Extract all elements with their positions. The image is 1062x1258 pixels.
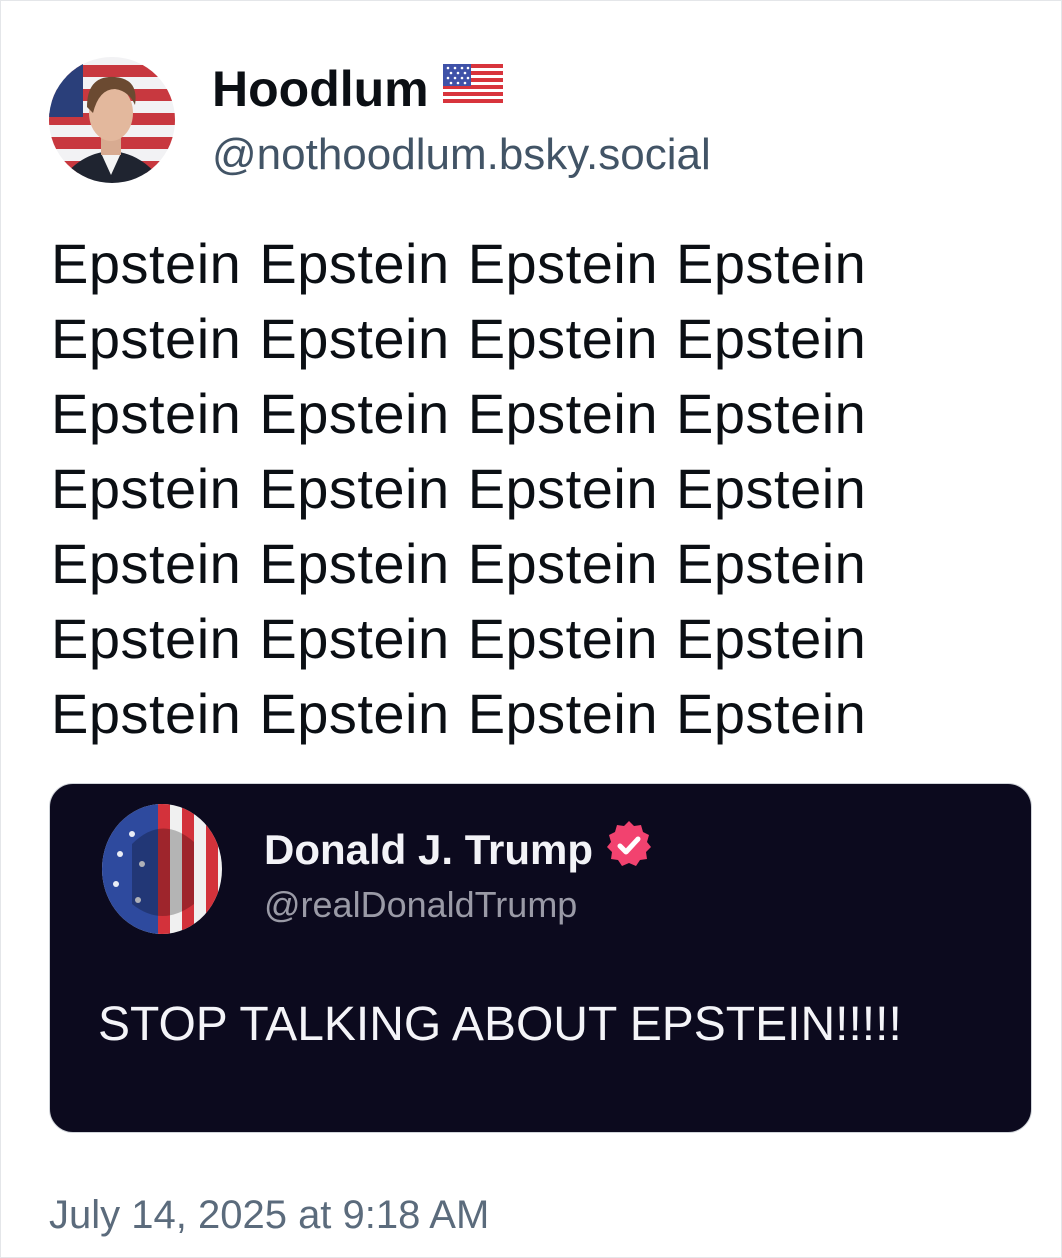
quoted-post-text: STOP TALKING ABOUT EPSTEIN!!!!! bbox=[98, 998, 902, 1051]
author-avatar[interactable] bbox=[49, 57, 175, 183]
post-body-text: Epstein Epstein Epstein Epstein Epstein … bbox=[51, 232, 867, 745]
quoted-author-name: Donald J. Trump bbox=[264, 819, 655, 884]
quoted-author-handle: @realDonaldTrump bbox=[264, 884, 578, 925]
verified-badge-icon bbox=[603, 819, 655, 881]
author-display-name[interactable]: Hoodlum bbox=[212, 61, 503, 121]
author-avatar-image bbox=[49, 57, 175, 183]
quoted-avatar-image bbox=[102, 804, 222, 934]
author-name-text: Hoodlum bbox=[212, 61, 429, 117]
post-card: Hoodlum @nothoodlum.bsky.social Epstein … bbox=[0, 0, 1062, 1258]
post-timestamp[interactable]: July 14, 2025 at 9:18 AM bbox=[49, 1191, 489, 1239]
quoted-author-avatar bbox=[102, 804, 222, 934]
author-handle[interactable]: @nothoodlum.bsky.social bbox=[212, 129, 711, 181]
us-flag-icon bbox=[442, 61, 503, 117]
quoted-post-image[interactable]: Donald J. Trump @realDonaldTrump STOP TA… bbox=[49, 783, 1032, 1133]
quoted-author-name-text: Donald J. Trump bbox=[264, 826, 594, 874]
